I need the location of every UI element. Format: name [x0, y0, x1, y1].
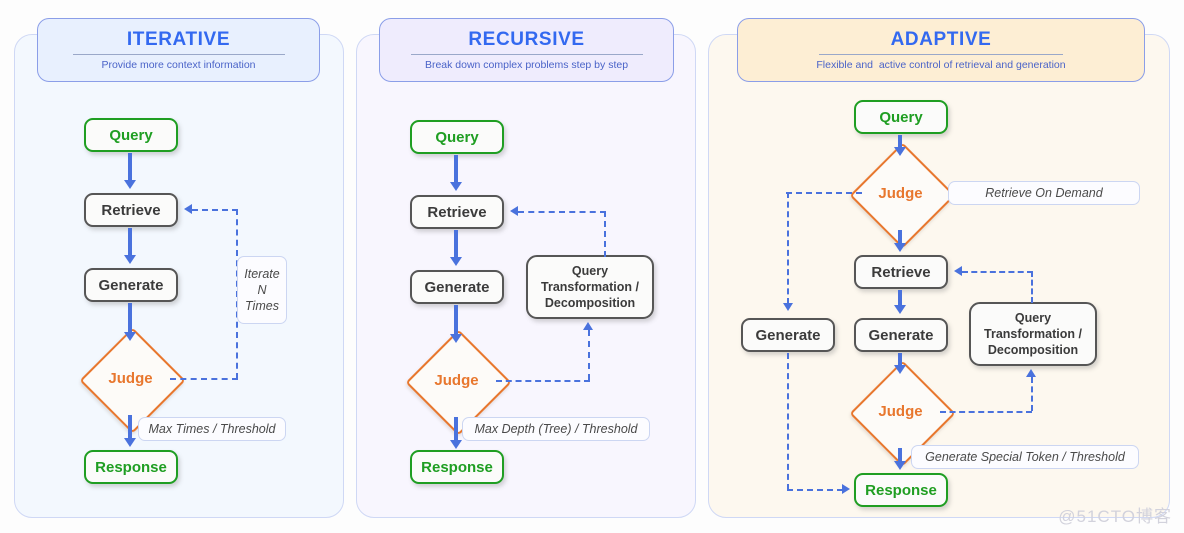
node-judge-label: Judge: [434, 372, 479, 389]
dashed-left-down: [787, 192, 789, 304]
arrowhead-down: [124, 255, 136, 264]
panel-title-recursive: RECURSIVE: [468, 28, 585, 50]
node-query-iterative[interactable]: Query: [84, 118, 178, 152]
arrow-query-retrieve: [128, 153, 132, 181]
note-line-1: Iterate: [244, 267, 280, 281]
arrowhead-down: [450, 334, 462, 343]
dashed-transform-to-retrieve-v: [604, 211, 606, 257]
diagram-canvas: ITERATIVE Provide more context informati…: [0, 0, 1184, 533]
arrow-generate-judge: [128, 303, 132, 333]
node-judge-label: Judge: [878, 403, 923, 420]
node-response-iterative[interactable]: Response: [84, 450, 178, 484]
arrow-judge-retrieve: [898, 230, 902, 244]
panel-header-adaptive: ADAPTIVE Flexible and active control of …: [737, 18, 1145, 82]
node-generate-iterative[interactable]: Generate: [84, 268, 178, 302]
dashed-judge-left: [786, 192, 862, 194]
node-judge-label: Judge: [108, 370, 153, 387]
panel-title-iterative: ITERATIVE: [126, 28, 231, 50]
note-exit-condition-iterative: Max Times / Threshold: [138, 417, 286, 441]
arrowhead-down: [894, 461, 906, 470]
panel-iterative: [14, 34, 344, 518]
node-query-recursive[interactable]: Query: [410, 120, 504, 154]
arrow-query-retrieve: [454, 155, 458, 183]
dashed-transform-to-retrieve-v: [1031, 271, 1033, 303]
arrowhead-left: [184, 204, 192, 214]
arrowhead-up: [1026, 369, 1036, 377]
note-iterate-n-times: Iterate N Times: [237, 256, 287, 324]
node-judge-recursive[interactable]: Judge: [405, 329, 512, 436]
node-retrieve-adaptive[interactable]: Retrieve: [854, 255, 948, 289]
arrowhead-up: [583, 322, 593, 330]
node-line-2: Transformation /: [541, 280, 639, 294]
node-retrieve-recursive[interactable]: Retrieve: [410, 195, 504, 229]
node-line-2: Transformation /: [984, 327, 1082, 341]
dashed-transform-to-retrieve-h: [518, 211, 606, 213]
arrowhead-down: [124, 332, 136, 341]
arrow-judge-response: [128, 415, 132, 440]
node-response-adaptive[interactable]: Response: [854, 473, 948, 507]
arrowhead-down: [894, 365, 906, 374]
arrow-judge-response: [898, 448, 902, 462]
dashed-transform-up: [1031, 377, 1033, 411]
arrow-retrieve-generate: [898, 290, 902, 306]
node-line-3: Decomposition: [987, 343, 1079, 357]
arrowhead-down: [124, 438, 136, 447]
panel-subtitle-iterative: Provide more context information: [101, 58, 256, 71]
node-query-transformation-recursive[interactable]: Query Transformation / Decomposition: [526, 255, 654, 319]
arrowhead-right: [842, 484, 850, 494]
header-divider: [72, 53, 285, 55]
panel-subtitle-adaptive: Flexible and active control of retrieval…: [816, 58, 1066, 71]
node-line-1: Query: [571, 264, 609, 278]
arrowhead-left: [954, 266, 962, 276]
node-generate-main-adaptive[interactable]: Generate: [854, 318, 948, 352]
note-exit-condition-adaptive: Generate Special Token / Threshold: [911, 445, 1139, 469]
arrowhead-down: [894, 147, 906, 156]
panel-subtitle-recursive: Break down complex problems step by step: [424, 58, 629, 71]
dashed-transform-up: [588, 330, 590, 380]
watermark: @51CTO博客: [1058, 507, 1172, 526]
node-generate-left-adaptive[interactable]: Generate: [741, 318, 835, 352]
arrowhead-down: [894, 243, 906, 252]
arrow-judge-response: [454, 417, 458, 442]
node-response-recursive[interactable]: Response: [410, 450, 504, 484]
node-judge-iterative[interactable]: Judge: [79, 327, 186, 434]
node-query-transformation-adaptive[interactable]: Query Transformation / Decomposition: [969, 302, 1097, 366]
node-line-3: Decomposition: [544, 296, 636, 310]
panel-header-recursive: RECURSIVE Break down complex problems st…: [379, 18, 674, 82]
note-line-2: N: [257, 283, 267, 297]
dashed-to-response: [787, 489, 843, 491]
arrowhead-left: [510, 206, 518, 216]
arrowhead-down: [894, 305, 906, 314]
note-line-3: Times: [245, 299, 279, 313]
arrow-retrieve-generate: [454, 230, 458, 258]
arrowhead-down: [450, 182, 462, 191]
header-divider: [819, 53, 1063, 55]
arrowhead-down: [450, 440, 462, 449]
node-retrieve-iterative[interactable]: Retrieve: [84, 193, 178, 227]
arrow-generate-judge: [454, 305, 458, 335]
arrowhead-down: [124, 180, 136, 189]
dashed-judge-to-transform: [940, 411, 1032, 413]
arrowhead-down: [450, 257, 462, 266]
arrowhead-down: [783, 303, 793, 311]
dashed-transform-to-retrieve-h: [962, 271, 1033, 273]
node-judge-top-adaptive[interactable]: Judge: [849, 142, 956, 249]
dashed-judge-to-transform: [496, 380, 590, 382]
header-divider: [410, 53, 643, 55]
dashed-loop-to-retrieve: [192, 209, 238, 211]
node-line-1: Query: [1014, 311, 1052, 325]
node-judge-label: Judge: [878, 185, 923, 202]
note-exit-condition-recursive: Max Depth (Tree) / Threshold: [462, 417, 650, 441]
note-retrieve-on-demand: Retrieve On Demand: [948, 181, 1140, 205]
panel-title-adaptive: ADAPTIVE: [890, 28, 992, 50]
node-query-adaptive[interactable]: Query: [854, 100, 948, 134]
arrow-generate-judge: [898, 353, 902, 365]
node-generate-recursive[interactable]: Generate: [410, 270, 504, 304]
node-judge-bottom-adaptive[interactable]: Judge: [849, 360, 956, 467]
dashed-judge-right: [170, 378, 238, 380]
arrow-retrieve-generate: [128, 228, 132, 256]
panel-header-iterative: ITERATIVE Provide more context informati…: [37, 18, 320, 82]
dashed-generate-down: [787, 353, 789, 490]
